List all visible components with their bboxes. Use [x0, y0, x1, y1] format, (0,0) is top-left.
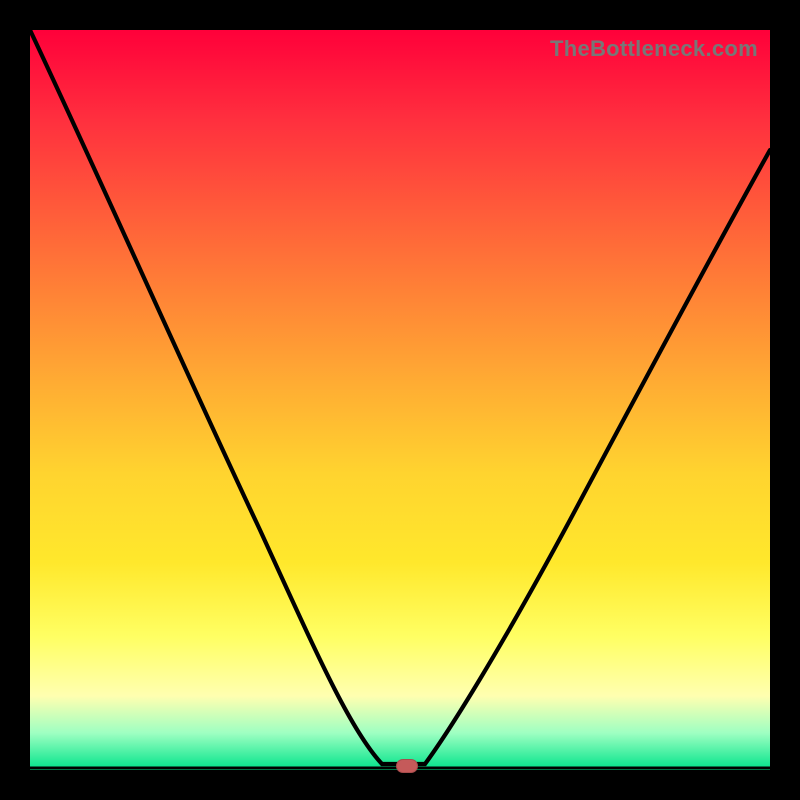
- curve-path: [30, 30, 770, 764]
- optimum-marker: [396, 759, 418, 773]
- plot-area: TheBottleneck.com: [30, 30, 770, 770]
- chart-frame: TheBottleneck.com: [0, 0, 800, 800]
- bottleneck-curve: [30, 30, 770, 770]
